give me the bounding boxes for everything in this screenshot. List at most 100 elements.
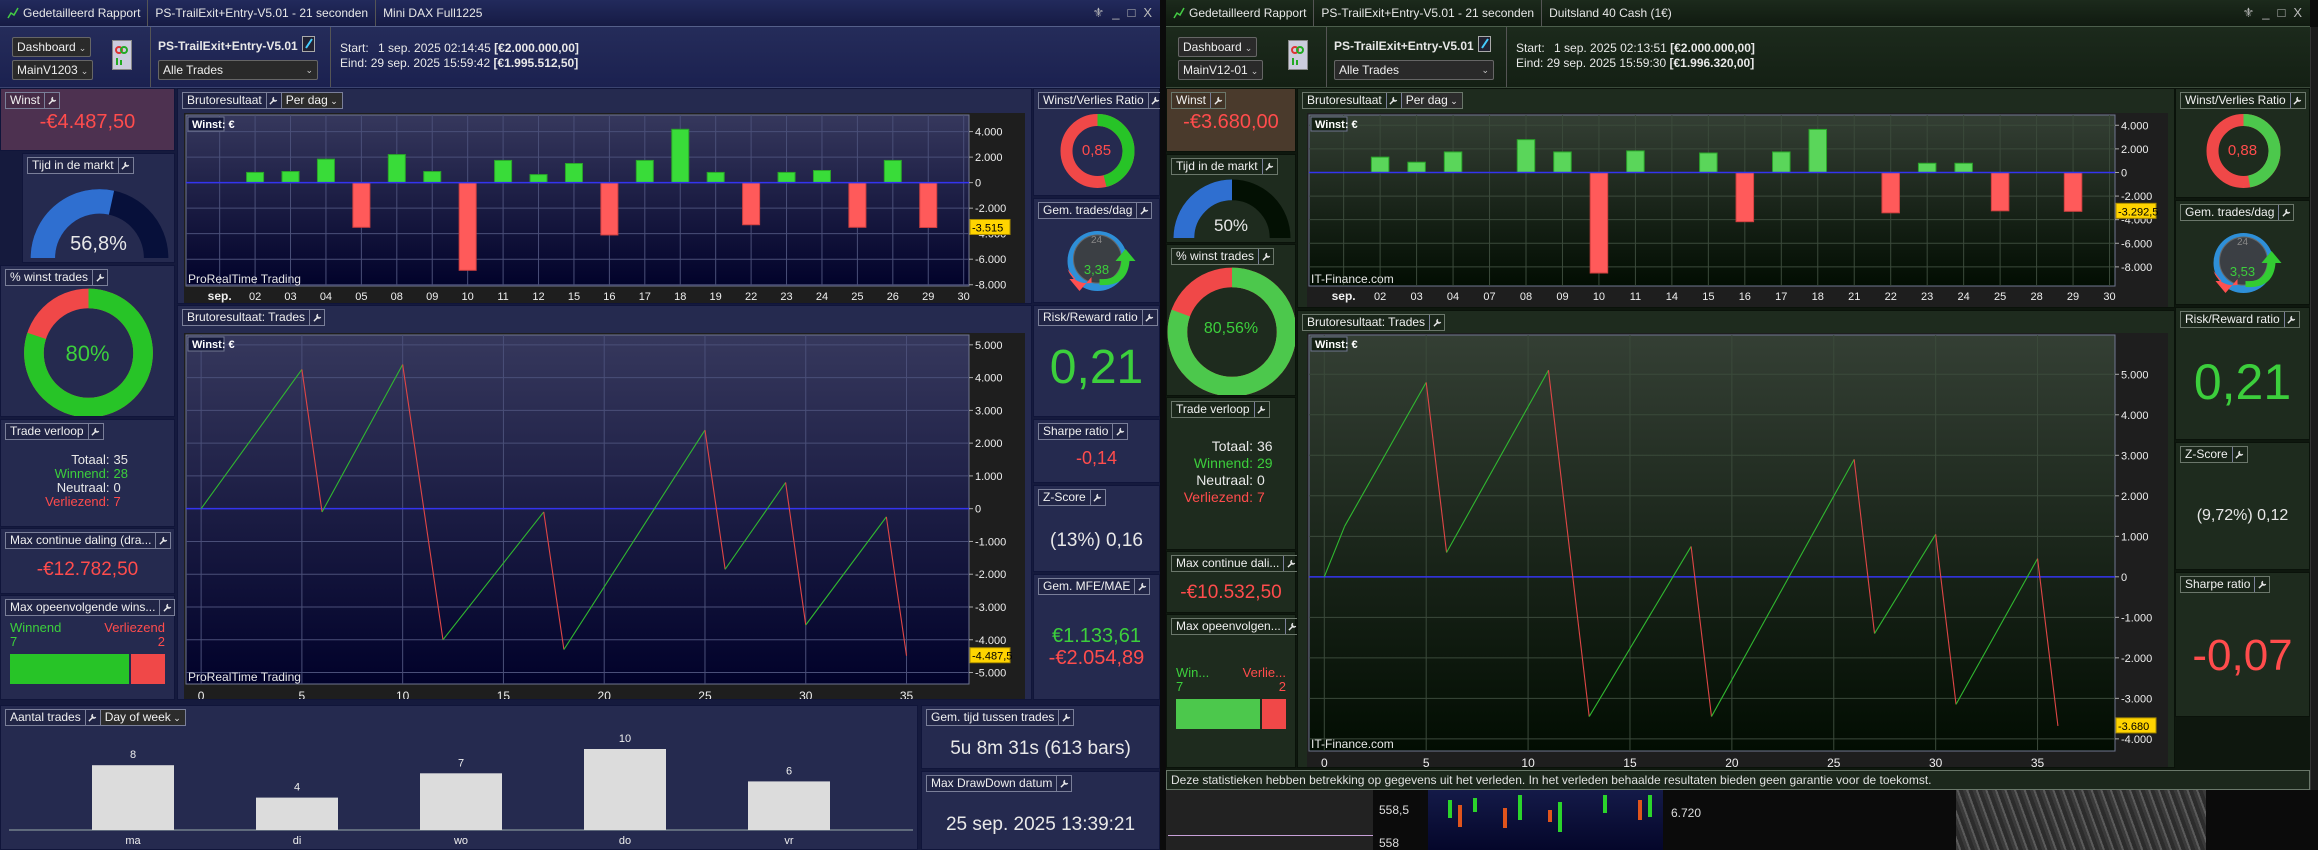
z-score-value: (9,72%) 0,12 (2196, 507, 2289, 524)
maximize-button[interactable]: □ (1127, 5, 1135, 21)
risk-reward-value: 0,21 (2193, 353, 2292, 410)
row-label: Verliezend: (1183, 489, 1253, 505)
bar-positive (1553, 151, 1572, 173)
report-settings-icon[interactable] (1288, 40, 1308, 70)
wrench-icon[interactable] (1134, 579, 1149, 594)
y-tick-label: -3.000 (975, 602, 1006, 614)
dashboard-select[interactable]: Dashboard ⌄ (12, 37, 92, 57)
trade-filter-select[interactable]: Alle Trades ⌄ (1334, 60, 1494, 80)
gem-tijd-tussen-trades-panel: Gem. tijd tussen trades 5u 8m 31s (613 ba… (921, 705, 1160, 769)
dashboard-select[interactable]: Dashboard ⌄ (1178, 37, 1258, 57)
y-tick-label: 4.000 (2121, 410, 2149, 422)
winst-value: -€4.487,50 (39, 111, 136, 133)
trade-filter-select[interactable]: Alle Trades ⌄ (158, 60, 318, 80)
wrench-icon[interactable] (1058, 710, 1073, 725)
bar-positive (1407, 161, 1426, 173)
wrench-icon[interactable] (1141, 310, 1157, 325)
wrench-icon[interactable] (159, 600, 174, 615)
z-score-header: Z-Score (2180, 446, 2248, 463)
share-icon[interactable]: ⚜ (2243, 5, 2255, 21)
toolbar-divider (150, 27, 151, 87)
max-drawdown-datum-title: Max DrawDown datum (931, 776, 1053, 790)
win-streak-bar (10, 654, 129, 684)
trade-verloop-title: Trade verloop (1176, 402, 1250, 416)
close-button[interactable]: X (2293, 5, 2302, 21)
wrench-icon[interactable] (1112, 424, 1127, 439)
wrench-icon[interactable] (1210, 93, 1225, 108)
trade-filter-select-value: Alle Trades (163, 63, 224, 77)
wrench-icon[interactable] (87, 424, 103, 439)
layout-select[interactable]: MainV1203 ⌄ (12, 60, 94, 80)
start-info: Start: 1 sep. 2025 02:13:51 [€2.000.000,… (1516, 41, 1755, 55)
watermark: IT-Finance.com (1311, 737, 1394, 751)
z-score-title: Z-Score (1043, 490, 1086, 504)
y-tick-label: -4.000 (2121, 734, 2152, 746)
row-label: Neutraal: (56, 480, 110, 495)
winst-title: Winst (1176, 93, 1206, 107)
wrench-icon[interactable] (2283, 312, 2299, 327)
trade-verloop-header: Trade verloop (5, 423, 104, 440)
start-capital: [€2.000.000,00] (1670, 41, 1755, 55)
x-tick-label: 21 (1848, 291, 1860, 303)
bar-positive (1516, 139, 1536, 173)
edit-strategy-icon[interactable] (302, 36, 315, 52)
x-tick-label: 35 (900, 689, 914, 699)
x-tick-label: 12 (532, 291, 544, 303)
background-image (1956, 790, 2206, 850)
report-settings-icon[interactable] (112, 40, 132, 70)
x-tick-label: 30 (2103, 291, 2115, 303)
instrument-title: Duitsland 40 Cash (1€) (1542, 0, 1679, 26)
right-window-scrollbar[interactable] (2310, 27, 2318, 790)
y-tick-label: 5.000 (2121, 369, 2149, 381)
winst-panel: Winst -€3.680,00 (1166, 88, 1296, 152)
x-tick-label: 30 (799, 689, 813, 699)
candle (1458, 805, 1462, 827)
minimize-button[interactable]: _ (1112, 5, 1119, 21)
chevron-down-icon: ⌄ (1250, 66, 1259, 76)
y-tick-label: 3.000 (2121, 450, 2149, 462)
y-tick-label: 4.000 (2121, 120, 2149, 132)
risk-reward-value: 0,21 (1049, 341, 1144, 394)
wrench-icon[interactable] (155, 533, 170, 548)
end-info: Eind: 29 sep. 2025 15:59:30 [€1.996.320,… (1516, 56, 1754, 70)
bar-value-label: 6 (786, 765, 792, 777)
z-score-value: (13%) 0,16 (1050, 529, 1143, 551)
bar-negative (1735, 171, 1755, 223)
trades-by-weekday-chart: 8 ma 4 di 7 wo 10 do 6 vr (9, 733, 913, 847)
weekday-label: ma (125, 835, 141, 847)
x-tick-label: 09 (426, 291, 438, 303)
bar-positive (1443, 151, 1463, 173)
z-score-header: Z-Score (1038, 489, 1106, 506)
bar-positive (883, 159, 902, 184)
wrench-icon[interactable] (2231, 447, 2247, 462)
edit-strategy-icon[interactable] (1478, 36, 1491, 52)
x-tick-label: 24 (1958, 291, 1970, 303)
report-toolbar: Dashboard ⌄ MainV1203 ⌄ PS-TrailExit+Entry-V… (0, 27, 1160, 88)
x-tick-label: 30 (958, 291, 970, 303)
wrench-icon[interactable] (44, 93, 59, 108)
toolbar-divider (1506, 27, 1507, 87)
gem-mfe-mae-panel: Gem. MFE/MAE €1.133,61 -€2.054,89 (1033, 574, 1160, 700)
wrench-icon[interactable] (2254, 577, 2269, 592)
wrench-icon[interactable] (1089, 490, 1105, 505)
layout-select[interactable]: MainV12-01 ⌄ (1178, 60, 1264, 80)
y-tick-label: -1.000 (975, 536, 1006, 548)
bar-value-label: 10 (619, 733, 631, 745)
trade-verloop-header: Trade verloop (1171, 401, 1270, 418)
close-button[interactable]: X (1143, 5, 1152, 21)
y-tick-label: 2.000 (975, 152, 1003, 164)
window-controls: ⚜ _ □ X (1093, 5, 1160, 21)
x-tick-label: 08 (1520, 291, 1532, 303)
wrench-icon[interactable] (1056, 776, 1071, 791)
chevron-down-icon: ⌄ (305, 65, 313, 75)
chevron-down-icon: ⌄ (78, 43, 87, 53)
share-icon[interactable]: ⚜ (1093, 5, 1105, 21)
gem-trades-dag-panel: Gem. trades/dag 24 3,38 (1033, 198, 1160, 303)
candle (1448, 800, 1452, 818)
mae-value: -€2.054,89 (1048, 647, 1145, 669)
wrench-icon[interactable] (1253, 402, 1269, 417)
x-tick-label: 35 (2031, 756, 2045, 767)
minimize-button[interactable]: _ (2262, 5, 2269, 21)
winst-trades-value: 80,56% (1203, 320, 1259, 337)
maximize-button[interactable]: □ (2277, 5, 2285, 21)
